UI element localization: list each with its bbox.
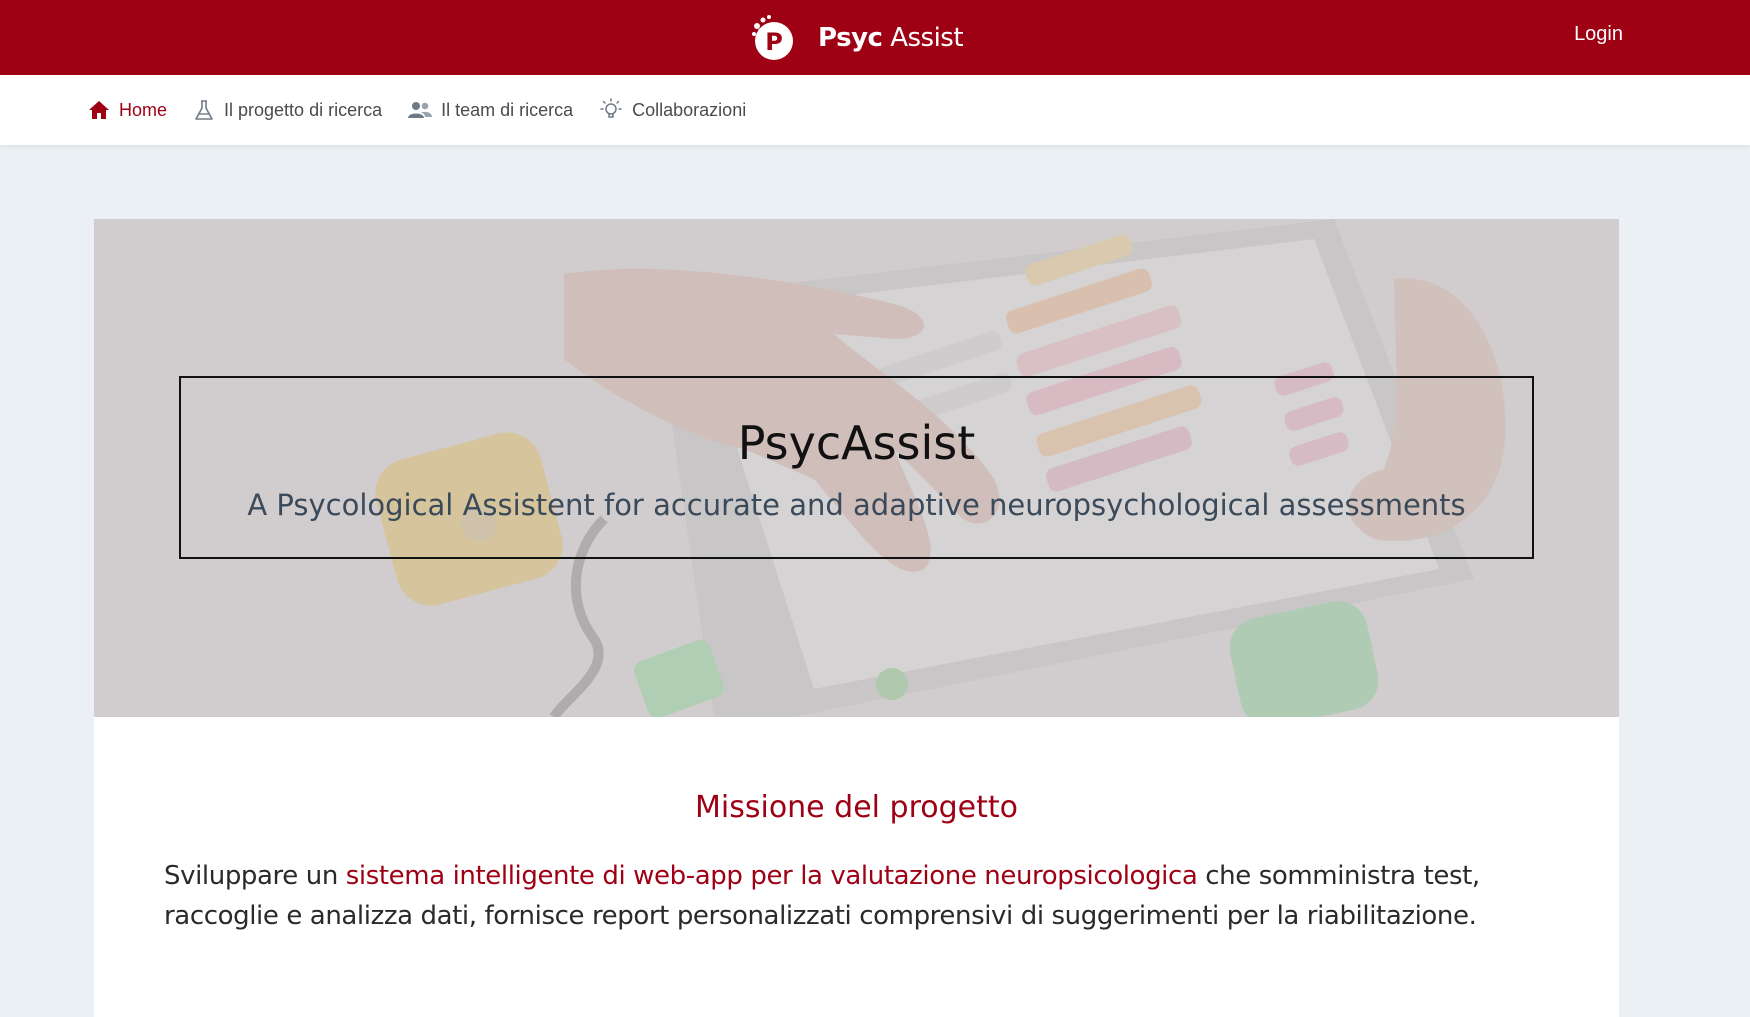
mission-title: Missione del progetto: [695, 790, 1018, 825]
top-header: P Psyc Assist Login: [0, 0, 1750, 75]
nav-item-home[interactable]: Home: [88, 100, 167, 121]
logo-icon: P: [748, 14, 796, 62]
mission-text-highlight: sistema intelligente di web-app per la v…: [345, 861, 1198, 891]
nav-item-label: Collaborazioni: [632, 99, 747, 120]
nav-item-progetto[interactable]: Il progetto di ricerca: [193, 99, 382, 121]
nav-item-label: Il team di ricerca: [441, 99, 574, 120]
brand[interactable]: P Psyc Assist: [748, 14, 964, 62]
hero-title-box: PsycAssist A Psycological Assistent for …: [179, 376, 1534, 559]
nav-item-collaborazioni[interactable]: Collaborazioni: [599, 98, 746, 122]
brand-name-part1: Psyc: [818, 23, 883, 53]
mission-text-before: Sviluppare un: [164, 861, 346, 891]
hero-subtitle: A Psycological Assistent for accurate an…: [247, 488, 1466, 522]
flask-icon: [195, 100, 213, 120]
people-icon: [408, 102, 433, 118]
nav-item-team[interactable]: Il team di ricerca: [408, 100, 573, 121]
brand-name-part2: Assist: [890, 23, 964, 53]
home-icon: [89, 101, 109, 119]
mission-text: Sviluppare un sistema intelligente di we…: [164, 856, 1564, 936]
logo-letter: P: [765, 28, 783, 56]
login-link[interactable]: Login: [1574, 23, 1623, 46]
nav-item-label: Il progetto di ricerca: [224, 99, 383, 120]
hero-title: PsycAssist: [737, 416, 976, 470]
nav-item-label: Home: [119, 99, 168, 120]
hero-banner: PsycAssist A Psycological Assistent for …: [94, 219, 1619, 717]
brand-name: Psyc Assist: [818, 23, 964, 53]
main-nav: Home Il progetto di ricerca Il team di r…: [0, 75, 1750, 145]
content-card: PsycAssist A Psycological Assistent for …: [94, 219, 1619, 1017]
lightbulb-icon: [600, 98, 622, 118]
